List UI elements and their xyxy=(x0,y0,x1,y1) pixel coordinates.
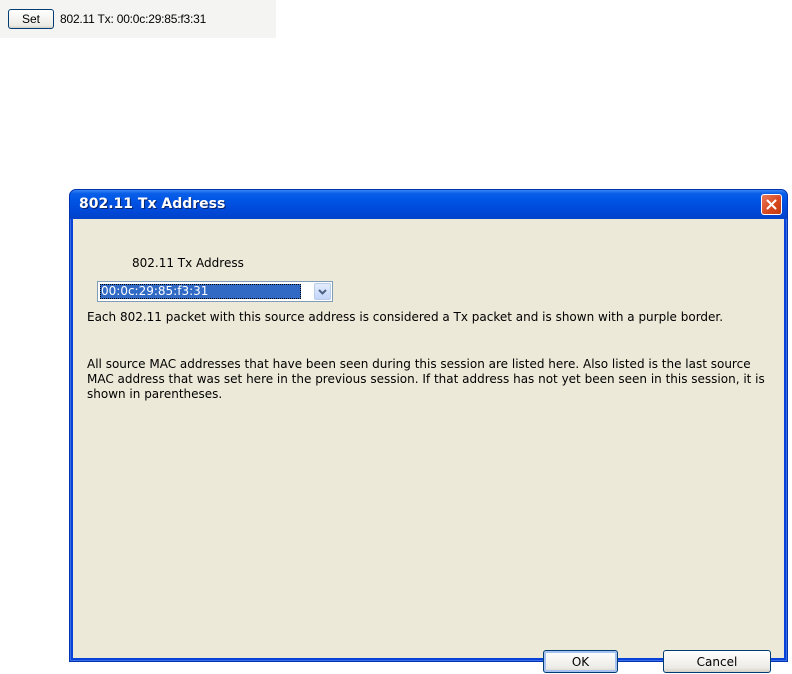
tx-address-label: 802.11 Tx Address xyxy=(132,256,244,270)
combo-dropdown-button[interactable] xyxy=(314,283,331,300)
tx-address-combo[interactable]: 00:0c:29:85:f3:31 xyxy=(97,281,333,302)
tx-address-status: 802.11 Tx: 00:0c:29:85:f3:31 xyxy=(60,12,207,26)
cancel-button[interactable]: Cancel xyxy=(663,650,771,673)
dialog-title: 802.11 Tx Address xyxy=(79,196,226,212)
chevron-down-icon xyxy=(318,288,327,295)
top-toolbar: Set 802.11 Tx: 00:0c:29:85:f3:31 xyxy=(0,0,276,38)
close-icon xyxy=(766,199,777,210)
tx-description: Each 802.11 packet with this source addr… xyxy=(87,310,724,324)
ok-button[interactable]: OK xyxy=(543,650,618,673)
tx-address-dialog: 802.11 Tx Address 802.11 Tx Address 00:0… xyxy=(69,189,788,673)
set-button[interactable]: Set xyxy=(8,9,54,29)
address-list-description: All source MAC addresses that have been … xyxy=(87,357,765,401)
close-button[interactable] xyxy=(761,194,782,215)
dialog-titlebar[interactable]: 802.11 Tx Address xyxy=(70,190,787,219)
tx-address-selected-value[interactable]: 00:0c:29:85:f3:31 xyxy=(100,284,301,299)
dialog-body: 802.11 Tx Address 00:0c:29:85:f3:31 Each… xyxy=(73,219,784,673)
